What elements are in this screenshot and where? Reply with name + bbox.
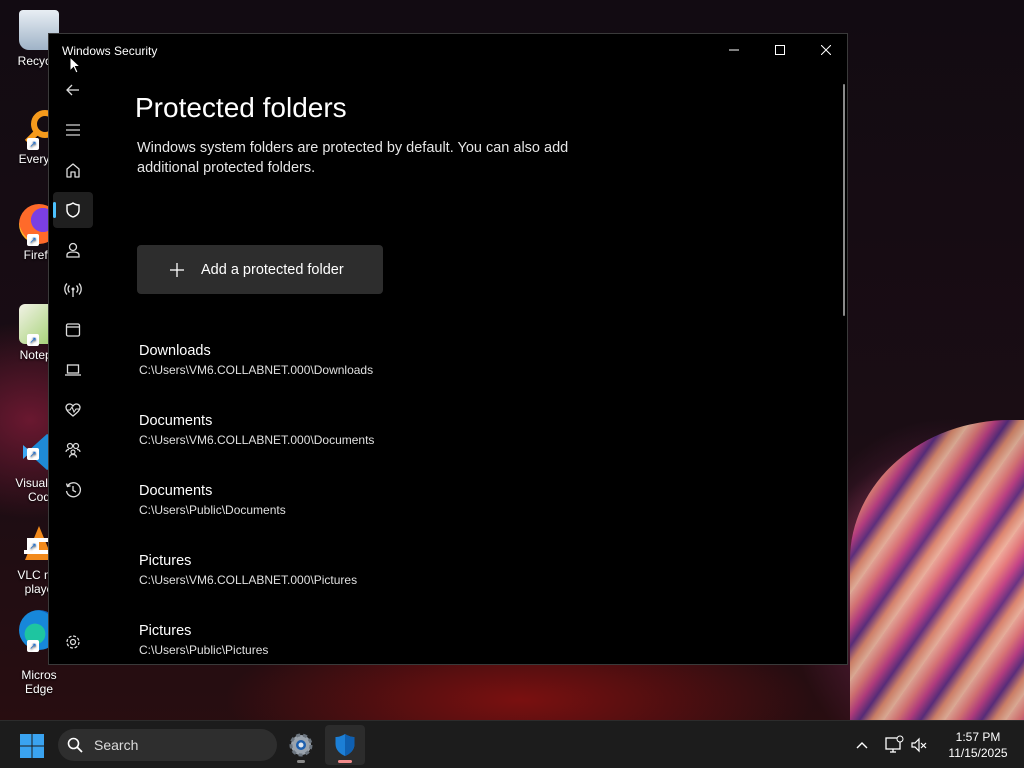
heart-pulse-icon	[65, 403, 81, 417]
wallpaper-swirl	[850, 420, 1024, 720]
nav-item-family-options[interactable]	[53, 432, 93, 468]
settings-gear-icon	[289, 733, 313, 757]
person-icon	[66, 242, 80, 258]
folder-path: C:\Users\VM6.COLLABNET.000\Documents	[139, 433, 375, 447]
folder-name: Documents	[139, 413, 213, 429]
protected-folder-item[interactable]: Pictures C:\Users\VM6.COLLABNET.000\Pict…	[139, 553, 639, 587]
nav-item-account-protection[interactable]	[53, 232, 93, 268]
taskbar-app-windows-security[interactable]	[325, 725, 365, 765]
nav-item-device-performance-health[interactable]	[53, 392, 93, 428]
taskbar: Search 1:57 PM 11/15/2025	[0, 720, 1024, 768]
plus-icon	[170, 262, 184, 277]
side-navigation	[49, 70, 95, 660]
family-icon	[65, 442, 81, 458]
folder-name: Documents	[139, 483, 213, 499]
taskbar-search-box[interactable]: Search	[58, 729, 277, 761]
page-title: Protected folders	[135, 92, 347, 123]
protected-folder-item[interactable]: Documents C:\Users\Public\Documents	[139, 483, 639, 517]
running-indicator	[338, 760, 352, 763]
folder-path: C:\Users\Public\Documents	[139, 503, 286, 517]
chevron-up-icon	[856, 742, 868, 749]
start-button[interactable]	[16, 730, 48, 762]
nav-item-home[interactable]	[53, 152, 93, 188]
folder-path: C:\Users\VM6.COLLABNET.000\Pictures	[139, 573, 358, 587]
wireless-antenna-icon	[64, 283, 82, 297]
folder-name: Pictures	[139, 623, 192, 639]
folder-name: Pictures	[139, 553, 192, 569]
page-description: Windows system folders are protected by …	[137, 140, 569, 176]
history-icon	[65, 482, 81, 498]
windows-security-window: Windows Security Protected folders Windo…	[48, 33, 848, 665]
folder-path: C:\Users\VM6.COLLABNET.000\Downloads	[139, 363, 374, 377]
folder-name: Downloads	[139, 343, 211, 359]
nav-item-device-security[interactable]	[53, 352, 93, 388]
laptop-icon	[65, 364, 81, 376]
folder-path: C:\Users\Public\Pictures	[139, 643, 269, 657]
clock-date: 11/15/2025	[948, 746, 1008, 760]
search-icon	[67, 737, 83, 753]
add-protected-folder-label: Add a protected folder	[201, 261, 344, 278]
windows-security-shield-icon	[335, 734, 355, 756]
show-hidden-icons-button[interactable]	[852, 735, 872, 755]
shortcut-arrow-icon: ↗	[27, 334, 39, 346]
search-label: Search	[94, 737, 139, 753]
shortcut-arrow-icon: ↗	[27, 234, 39, 246]
hamburger-menu-icon	[66, 124, 80, 136]
shortcut-arrow-icon: ↗	[27, 138, 39, 150]
nav-item-app-browser-control[interactable]	[53, 312, 93, 348]
windows-logo-icon	[20, 734, 44, 758]
protected-folder-item[interactable]: Documents C:\Users\VM6.COLLABNET.000\Doc…	[139, 413, 639, 447]
home-icon	[66, 163, 80, 178]
nav-item-protection-history[interactable]	[53, 472, 93, 508]
volume-button[interactable]	[909, 735, 929, 755]
nav-item-firewall-network[interactable]	[53, 272, 93, 308]
vertical-scrollbar[interactable]	[843, 84, 845, 316]
protected-folder-item[interactable]: Downloads C:\Users\VM6.COLLABNET.000\Dow…	[139, 343, 639, 377]
protected-folder-item[interactable]: Pictures C:\Users\Public\Pictures	[139, 623, 639, 657]
shortcut-arrow-icon: ↗	[27, 640, 39, 652]
shortcut-arrow-icon: ↗	[27, 448, 39, 460]
network-disconnected-icon	[885, 735, 904, 753]
add-protected-folder-button[interactable]: Add a protected folder	[137, 245, 383, 294]
nav-back-button[interactable]	[53, 72, 93, 108]
browser-window-icon	[65, 323, 81, 337]
volume-muted-icon	[911, 737, 927, 753]
nav-item-settings[interactable]	[53, 624, 93, 660]
desktop-icon-label: Micros Edge	[21, 668, 57, 696]
shortcut-arrow-icon: ↗	[27, 540, 39, 552]
gear-icon	[66, 635, 80, 649]
taskbar-app-settings[interactable]	[281, 725, 321, 765]
mouse-cursor-icon	[69, 56, 81, 74]
nav-item-virus-threat-protection[interactable]	[53, 192, 93, 228]
taskbar-clock[interactable]: 1:57 PM 11/15/2025	[940, 729, 1016, 761]
main-content: Protected folders Windows system folders…	[135, 34, 835, 664]
running-indicator	[297, 760, 305, 763]
back-arrow-icon	[66, 84, 79, 96]
clock-time: 1:57 PM	[955, 730, 1001, 744]
shield-icon	[66, 202, 80, 218]
nav-menu-button[interactable]	[53, 112, 93, 148]
network-status-button[interactable]	[884, 735, 904, 755]
